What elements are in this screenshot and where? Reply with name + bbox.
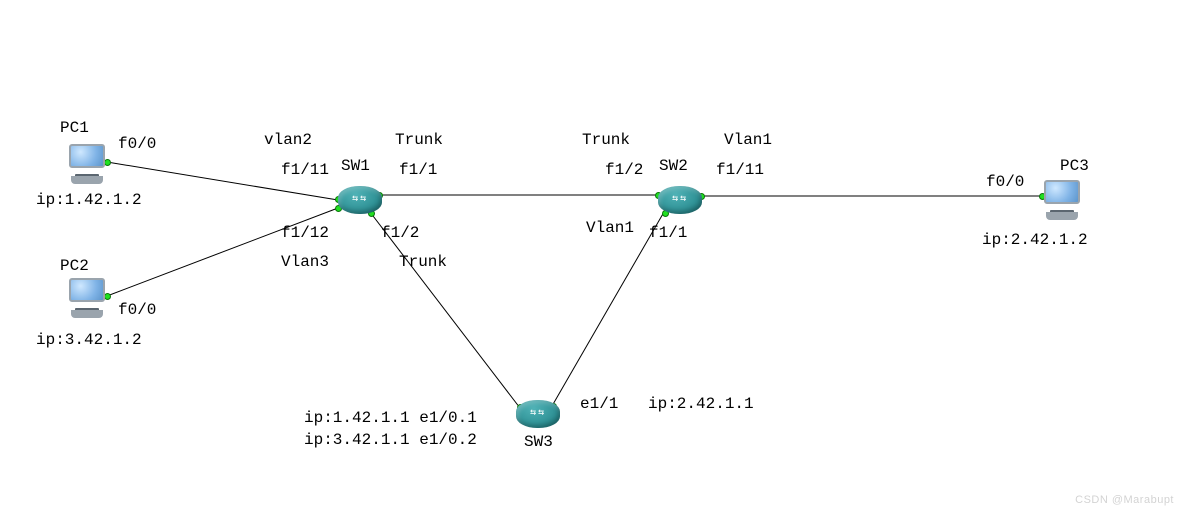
node-pc1 (65, 144, 109, 184)
node-pc2 (65, 278, 109, 318)
sw1-trunk-down-label: Trunk (399, 252, 447, 273)
pc-icon (1044, 180, 1080, 204)
sw1-vlan3-label: Vlan3 (281, 252, 329, 273)
pc1-name-label: PC1 (60, 118, 89, 139)
node-sw2: ⇆⇆ (658, 186, 702, 214)
sw2-f1-11-label: f1/11 (716, 160, 764, 181)
sw2-vlan1-right-label: Vlan1 (724, 130, 772, 151)
sw2-f1-1-label: f1/1 (649, 223, 687, 244)
node-pc3 (1040, 180, 1084, 220)
sw3-e1-1-label: e1/1 (580, 394, 618, 415)
sw1-name-label: SW1 (341, 156, 370, 177)
sw2-name-label: SW2 (659, 156, 688, 177)
sw2-vlan1-down-label: Vlan1 (586, 218, 634, 239)
sw1-trunk-right-label: Trunk (395, 130, 443, 151)
sw3-subif1-label: ip:1.42.1.1 e1/0.1 (304, 408, 477, 429)
pc1-port-label: f0/0 (118, 134, 156, 155)
pc-icon (69, 278, 105, 302)
switch-icon: ⇆⇆ (658, 186, 702, 214)
pc3-ip-label: ip:2.42.1.2 (982, 230, 1088, 251)
node-sw3: ⇆⇆ (516, 400, 560, 428)
node-sw1: ⇆⇆ (338, 186, 382, 214)
pc2-name-label: PC2 (60, 256, 89, 277)
pc2-ip-label: ip:3.42.1.2 (36, 330, 142, 351)
pc3-port-label: f0/0 (986, 172, 1024, 193)
pc2-port-label: f0/0 (118, 300, 156, 321)
watermark: CSDN @Marabupt (1075, 494, 1174, 506)
sw1-f1-11-label: f1/11 (281, 160, 329, 181)
sw1-f1-2-label: f1/2 (381, 223, 419, 244)
sw1-vlan2-label: vlan2 (264, 130, 312, 151)
pc-icon (69, 144, 105, 168)
sw3-subif2-label: ip:3.42.1.1 e1/0.2 (304, 430, 477, 451)
sw2-trunk-label: Trunk (582, 130, 630, 151)
sw1-f1-12-label: f1/12 (281, 223, 329, 244)
pc1-ip-label: ip:1.42.1.2 (36, 190, 142, 211)
sw3-e1-1-ip-label: ip:2.42.1.1 (648, 394, 754, 415)
sw1-f1-1-label: f1/1 (399, 160, 437, 181)
pc3-name-label: PC3 (1060, 156, 1089, 177)
sw2-f1-2-label: f1/2 (605, 160, 643, 181)
sw3-name-label: SW3 (524, 432, 553, 453)
switch-icon: ⇆⇆ (516, 400, 560, 428)
switch-icon: ⇆⇆ (338, 186, 382, 214)
topology-lines (0, 0, 1184, 512)
